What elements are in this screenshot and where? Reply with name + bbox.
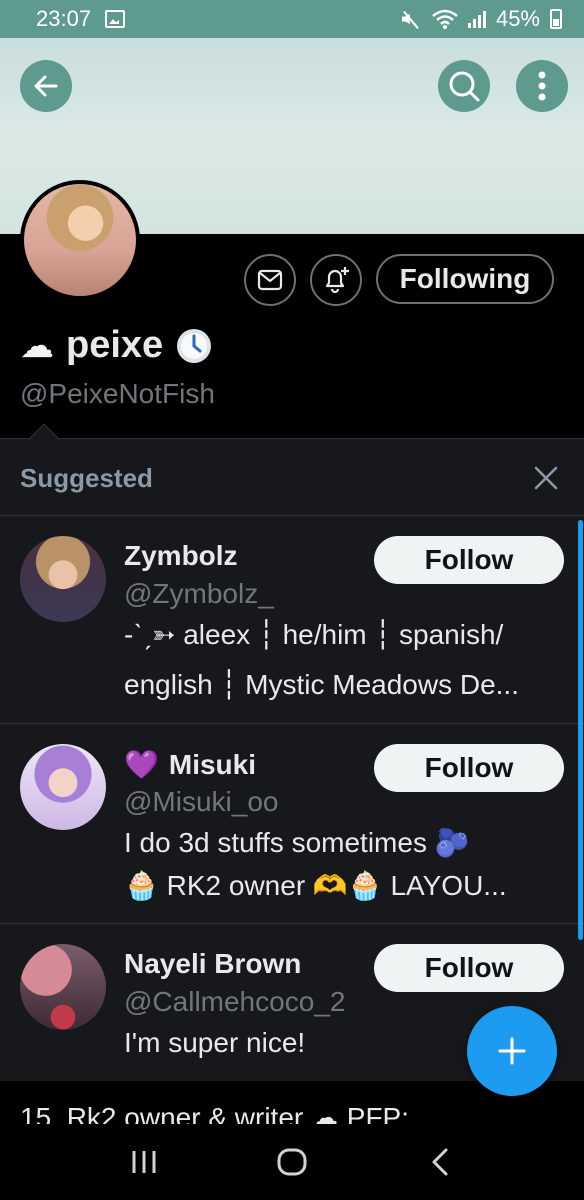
profile-bio-partial: 15. Rk2 owner & writer ☁ PFP: [20, 1102, 410, 1124]
divider [0, 438, 584, 439]
nav-back-button[interactable] [410, 1137, 470, 1187]
search-button[interactable] [438, 60, 490, 112]
gallery-icon [105, 10, 126, 28]
suggested-user-card[interactable]: 💜 Misuki @Misuki_oo I do 3d stuffs somet… [0, 723, 584, 923]
scrollbar-thumb[interactable] [578, 520, 583, 940]
profile-display-name: peixe [66, 324, 164, 366]
close-icon [534, 466, 558, 490]
suggested-title: Suggested [20, 463, 153, 493]
user-bio-line: english ┆ Mystic Meadows De... [124, 669, 519, 700]
clock-badge-icon [177, 328, 212, 363]
status-icons: 45% [400, 6, 562, 32]
wifi-icon [432, 9, 458, 29]
recent-apps-icon [132, 1151, 156, 1173]
message-button[interactable] [244, 254, 296, 306]
cloud-emoji: ☁ [20, 326, 54, 365]
avatar[interactable] [20, 744, 106, 830]
signal-icon [467, 10, 486, 28]
search-icon [449, 71, 480, 102]
display-name-row: ☁ peixe [20, 324, 213, 367]
follow-button[interactable]: Follow [374, 536, 564, 584]
close-suggested-button[interactable] [528, 460, 564, 496]
user-name: Zymbolz [124, 540, 238, 571]
user-name: Nayeli Brown [124, 948, 302, 979]
bell-plus-icon [325, 267, 349, 294]
back-button[interactable] [20, 60, 72, 112]
arrow-left-icon [34, 75, 58, 97]
plus-icon [498, 1037, 526, 1065]
user-bio-line: -ˋˏ➳ aleex ┆ he/him ┆ spanish/ [124, 619, 504, 650]
user-name: 💜 Misuki [124, 748, 257, 781]
user-bio-line: 🧁 RK2 owner 🫶🧁 LAYOU... [124, 870, 507, 901]
compose-fab-button[interactable] [467, 1006, 557, 1096]
following-button[interactable]: Following [376, 254, 554, 304]
status-bar: 23:07 45% [0, 0, 584, 38]
mute-icon [400, 9, 422, 29]
status-time: 23:07 [36, 6, 92, 31]
profile-handle: @PeixeNotFish [20, 378, 215, 409]
avatar[interactable] [20, 944, 106, 1030]
user-handle: @Misuki_oo [124, 786, 279, 817]
battery-icon [550, 9, 562, 29]
suggested-user-card[interactable]: Zymbolz @Zymbolz_ -ˋˏ➳ aleex ┆ he/him ┆ … [0, 515, 584, 723]
envelope-icon [257, 269, 283, 291]
user-handle: @Zymbolz_ [124, 578, 274, 609]
recent-apps-button[interactable] [114, 1137, 174, 1187]
more-button[interactable] [516, 60, 568, 112]
profile-avatar[interactable] [20, 180, 140, 300]
purple-heart-icon: 💜 [124, 749, 159, 780]
nav-back-icon [432, 1148, 448, 1176]
battery-percent: 45% [495, 6, 540, 31]
more-vertical-icon [538, 71, 546, 101]
home-icon [277, 1148, 307, 1176]
follow-button[interactable]: Follow [374, 744, 564, 792]
avatar[interactable] [20, 536, 106, 622]
home-button[interactable] [262, 1137, 322, 1187]
user-handle: @Callmehcoco_2 [124, 986, 346, 1017]
notifications-button[interactable] [310, 254, 362, 306]
follow-button[interactable]: Follow [374, 944, 564, 992]
system-nav-bar [0, 1124, 584, 1200]
